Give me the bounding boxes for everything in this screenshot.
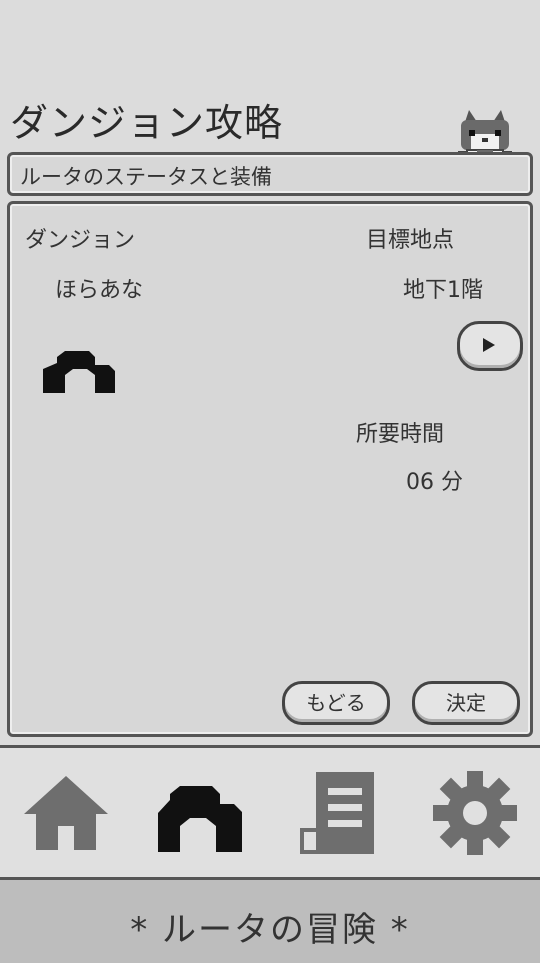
target-label: 目標地点 (366, 228, 455, 253)
play-triangle-icon (483, 338, 495, 352)
nav-settings[interactable] (425, 768, 525, 858)
dungeon-panel: ダンジョン ほらあな 目標地点 地下1階 所要時間 06 分 もどる 決定 (7, 201, 533, 737)
nav-home[interactable] (16, 768, 116, 858)
dungeon-name[interactable]: ほらあな (55, 272, 143, 304)
back-button[interactable]: もどる (282, 681, 390, 725)
scroll-icon (300, 772, 374, 854)
footer-banner: * ルータの冒険 * (0, 877, 540, 963)
cave-icon (158, 786, 242, 852)
duration-label: 所要時間 (356, 422, 445, 447)
status-equipment-header: ルータのステータスと装備 (7, 152, 533, 196)
bottom-nav (0, 745, 540, 880)
subtitle-text: ルータのステータスと装備 (20, 165, 272, 189)
nav-log[interactable] (290, 768, 390, 858)
target-value: 地下1階 (403, 278, 483, 303)
nav-dungeon[interactable] (150, 768, 250, 858)
gear-icon (433, 771, 517, 855)
dungeon-label: ダンジョン (25, 228, 136, 253)
footer-title: * ルータの冒険 * (130, 910, 410, 950)
confirm-button[interactable]: 決定 (412, 681, 520, 725)
duration-value: 06 分 (406, 470, 463, 495)
page-title: ダンジョン攻略 (10, 101, 284, 145)
next-target-button[interactable] (457, 321, 523, 371)
home-icon (24, 776, 108, 850)
cave-icon (43, 351, 117, 397)
